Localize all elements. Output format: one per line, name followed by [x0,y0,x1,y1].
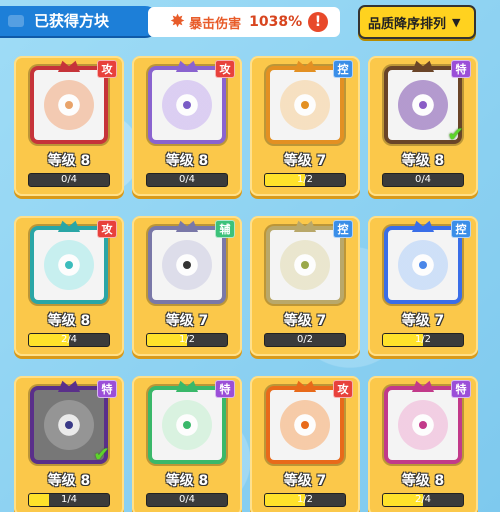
progress-text: 1/4 [60,494,78,505]
center-dot [301,421,309,429]
level-label: 等级 8 [401,153,445,169]
progress-text: 2/4 [60,334,78,345]
progress-text: 1/2 [178,334,196,345]
level-label: 等级 7 [283,153,327,169]
crit-damage-value: 1038% [249,14,303,30]
block-card[interactable]: 辅等级 7 1/2 [132,216,242,356]
level-label: 等级 7 [165,313,209,329]
progress-bar: 2/4 [28,333,110,347]
progress-bar: 0/4 [146,493,228,507]
level-label: 等级 8 [401,473,445,489]
progress-bar: 0/2 [264,333,346,347]
center-dot [301,101,309,109]
center-dot [419,101,427,109]
type-badge: 辅 [215,220,235,238]
progress-bar: 0/4 [382,173,464,187]
block-card[interactable]: 特 ✔ 等级 8 1/4 [14,376,124,512]
type-badge: 控 [333,60,353,78]
type-badge: 攻 [97,220,117,238]
progress-bar: 1/2 [146,333,228,347]
shield-icon [266,226,344,304]
progress-bar: 0/4 [146,173,228,187]
level-label: 等级 7 [401,313,445,329]
center-dot [183,101,191,109]
owned-blocks-title: 已获得方块 [0,6,160,36]
sword-icon [384,386,462,464]
block-card[interactable]: 特 ✔ 等级 8 0/4 [368,56,478,196]
block-card[interactable]: 控等级 7 0/2 [250,216,360,356]
type-badge: 攻 [215,60,235,78]
center-dot [183,261,191,269]
center-dot [65,421,73,429]
level-label: 等级 8 [47,473,91,489]
type-badge: 特 [451,60,471,78]
block-card[interactable]: 特等级 8 0/4 [132,376,242,512]
progress-bar: 1/4 [28,493,110,507]
level-label: 等级 7 [283,313,327,329]
progress-text: 0/4 [414,174,432,185]
center-dot [183,421,191,429]
block-card[interactable]: 攻等级 8 2/4 [14,216,124,356]
burst-icon: ✸ [170,11,186,32]
center-dot [419,261,427,269]
orb-icon [266,66,344,144]
level-label: 等级 8 [47,153,91,169]
progress-bar: 1/2 [264,493,346,507]
sawblade-icon [266,386,344,464]
block-card[interactable]: 特等级 8 2/4 [368,376,478,512]
progress-text: 0/2 [296,334,314,345]
type-badge: 特 [451,380,471,398]
center-dot [65,101,73,109]
info-icon[interactable]: ! [308,12,328,32]
crit-damage-label: 暴击伤害 [189,16,242,32]
center-dot [65,261,73,269]
progress-text: 0/4 [178,174,196,185]
sun-compass-icon [30,66,108,144]
level-label: 等级 8 [165,153,209,169]
progress-text: 1/2 [296,494,314,505]
halo-icon [148,226,226,304]
progress-text: 0/4 [178,494,196,505]
type-badge: 攻 [97,60,117,78]
level-label: 等级 8 [165,473,209,489]
block-card[interactable]: 攻等级 8 0/4 [14,56,124,196]
block-card[interactable]: 控等级 7 1/2 [368,216,478,356]
equipped-check-icon: ✔ [93,442,110,466]
crit-damage-panel: ✸ 暴击伤害 1038% ! [148,7,340,37]
snowflake-icon [384,226,462,304]
sort-label: 品质降序排列 [368,16,447,32]
block-card[interactable]: 控等级 7 1/2 [250,56,360,196]
center-dot [419,421,427,429]
block-card[interactable]: 攻等级 8 0/4 [132,56,242,196]
top-bar: 已获得方块 ✸ 暴击伤害 1038% ! 品质降序排列 ▼ [0,0,500,44]
type-badge: 特 [97,380,117,398]
progress-bar: 1/2 [264,173,346,187]
progress-text: 2/4 [414,494,432,505]
type-badge: 控 [333,220,353,238]
progress-text: 1/2 [296,174,314,185]
sort-dropdown[interactable]: 品质降序排列 ▼ [358,5,476,39]
progress-bar: 2/4 [382,493,464,507]
block-card[interactable]: 攻等级 7 1/2 [250,376,360,512]
equipped-check-icon: ✔ [447,122,464,146]
progress-text: 1/2 [414,334,432,345]
progress-bar: 0/4 [28,173,110,187]
chevron-down-icon: ▼ [452,15,461,29]
level-label: 等级 8 [47,313,91,329]
center-dot [301,261,309,269]
shuriken-icon [148,386,226,464]
type-badge: 特 [215,380,235,398]
trident-icon [30,226,108,304]
type-badge: 控 [451,220,471,238]
progress-text: 0/4 [60,174,78,185]
gear-ring-icon [148,66,226,144]
type-badge: 攻 [333,380,353,398]
progress-bar: 1/2 [382,333,464,347]
level-label: 等级 7 [283,473,327,489]
